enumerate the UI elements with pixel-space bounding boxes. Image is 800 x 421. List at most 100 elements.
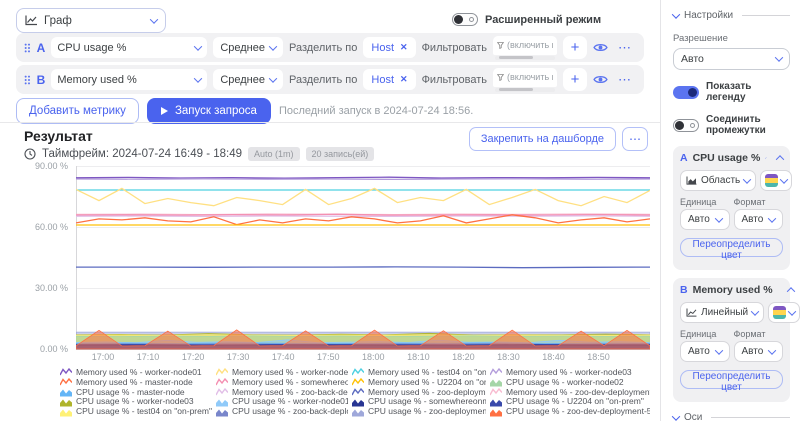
legend-item[interactable]: CPU usage % - test04 on "on-prem" — [60, 407, 212, 417]
legend-item[interactable]: Memory used % - somewhereonmars.ru... — [216, 378, 348, 388]
legend-item[interactable]: CPU usage % - zoo-back-deployment-7... — [216, 407, 348, 417]
pin-to-dashboard-button[interactable]: Закрепить на дашборде — [469, 127, 616, 151]
result-more-button[interactable]: ⋯ — [622, 127, 648, 151]
chevron-up-icon[interactable] — [786, 287, 794, 295]
drag-handle-icon[interactable] — [24, 42, 31, 54]
legend-area-icon — [60, 398, 72, 407]
connect-gaps-toggle[interactable]: Соединить промежутки — [673, 114, 790, 136]
metric-input[interactable]: CPU usage % — [51, 37, 207, 58]
play-icon — [161, 107, 168, 115]
funnel-icon — [497, 41, 504, 50]
records-badge: 20 запись(ей) — [306, 147, 375, 161]
show-legend-toggle[interactable]: Показать легенду — [673, 81, 790, 103]
unit-select[interactable]: Авто — [680, 341, 730, 362]
override-color-button[interactable]: Переопределить цвет — [680, 370, 783, 389]
legend-item[interactable]: Memory used % - worker-node02 — [216, 368, 348, 378]
legend-item[interactable]: CPU usage % - somewhereonmars.ru on... — [352, 397, 486, 407]
run-query-button[interactable]: Запуск запроса — [147, 98, 271, 124]
chevron-down-icon — [768, 346, 776, 354]
toggle-switch-off[interactable] — [452, 13, 478, 26]
query-letter: B — [37, 73, 46, 87]
filter-input[interactable] — [507, 40, 553, 50]
y-tick-label: 90.00 % — [35, 161, 68, 171]
filter-scrollbar[interactable] — [495, 56, 555, 60]
add-filter-button[interactable]: + — [563, 36, 587, 59]
legend-label: Memory used % - master-node — [76, 378, 193, 388]
metric-value: Memory used % — [57, 74, 195, 86]
legend-item[interactable]: CPU usage % - zoo-deployment-6f59dc... — [352, 407, 486, 417]
query-more-button[interactable]: ⋯ — [614, 40, 636, 56]
chevron-up-icon[interactable] — [776, 155, 784, 163]
split-tag-host[interactable]: Host ✕ — [363, 69, 415, 90]
remove-tag-icon[interactable]: ✕ — [400, 42, 408, 53]
legend-item[interactable]: Memory used % - zoo-back-deployment... — [216, 388, 348, 398]
remove-tag-icon[interactable]: ✕ — [400, 74, 408, 85]
x-tick-label: 17:30 — [227, 352, 250, 362]
legend-item[interactable]: Memory used % - test04 on "on-prem" — [352, 368, 486, 378]
format-select[interactable]: Авто — [734, 209, 784, 230]
legend-item[interactable]: CPU usage % - master-node — [60, 388, 212, 398]
format-label: Формат — [734, 197, 784, 207]
aggregation-select[interactable]: Среднее — [213, 37, 283, 58]
query-actions: Добавить метрику Запуск запроса Последни… — [16, 97, 473, 124]
y-axis-labels: 90.00 %60.00 %30.00 %0.00 % — [24, 162, 72, 354]
color-swatch — [773, 306, 786, 319]
metric-input[interactable]: Memory used % — [51, 69, 207, 90]
clock-icon — [24, 148, 36, 160]
settings-header-label: Настройки — [684, 10, 733, 21]
chart-type-value: Линейный — [701, 307, 748, 318]
aggregation-select[interactable]: Среднее — [213, 69, 283, 90]
visibility-eye-icon[interactable] — [593, 42, 608, 53]
toggle-switch-off[interactable] — [673, 119, 699, 132]
chevron-down-icon[interactable] — [194, 74, 202, 82]
legend-item[interactable]: CPU usage % - worker-node02 — [490, 378, 650, 388]
toggle-switch-on[interactable] — [673, 86, 699, 99]
legend-item[interactable]: Memory used % - zoo-dev-deployment-... — [490, 388, 650, 398]
legend-line-icon — [490, 388, 502, 397]
legend-item[interactable]: CPU usage % - worker-node03 — [60, 397, 212, 407]
resolution-select[interactable]: Авто — [673, 48, 790, 70]
visibility-eye-icon[interactable] — [593, 74, 608, 85]
override-color-button[interactable]: Переопределить цвет — [680, 238, 783, 257]
format-select[interactable]: Авто — [734, 341, 784, 362]
legend-label: Memory used % - worker-node02 — [232, 368, 348, 378]
drag-handle-icon[interactable] — [24, 74, 31, 86]
query-more-button[interactable]: ⋯ — [614, 72, 636, 88]
chart-type-select[interactable]: Область — [680, 170, 756, 191]
legend-item[interactable]: CPU usage % - U2204 on "on-prem" — [490, 397, 650, 407]
color-scheme-select[interactable] — [760, 170, 792, 191]
legend-label: CPU usage % - U2204 on "on-prem" — [506, 397, 644, 407]
legend-item[interactable]: Memory used % - master-node — [60, 378, 212, 388]
unit-select[interactable]: Авто — [680, 209, 730, 230]
legend-label: Memory used % - zoo-deployment-6f59... — [368, 388, 486, 398]
resolution-value: Авто — [681, 53, 704, 65]
add-metric-button[interactable]: Добавить метрику — [16, 98, 139, 124]
split-tag-host[interactable]: Host ✕ — [363, 37, 415, 58]
visualization-type-select[interactable]: Граф — [16, 8, 166, 33]
axes-section-header[interactable]: Оси — [673, 412, 790, 421]
color-scheme-select[interactable] — [768, 302, 800, 323]
filter-scrollbar[interactable] — [495, 88, 555, 92]
legend-item[interactable]: CPU usage % - zoo-dev-deployment-56... — [490, 407, 650, 417]
legend-label: CPU usage % - worker-node02 — [506, 378, 624, 388]
filter-input-box[interactable] — [493, 36, 557, 55]
legend-item[interactable]: Memory used % - worker-node01 — [60, 368, 212, 378]
legend-item[interactable]: CPU usage % - worker-node01 — [216, 397, 348, 407]
series-panel-header[interactable]: A CPU usage % — [680, 152, 783, 164]
legend-item[interactable]: Memory used % - zoo-deployment-6f59... — [352, 388, 486, 398]
edit-pencil-icon[interactable] — [765, 153, 767, 163]
chevron-down-icon[interactable] — [194, 42, 202, 50]
axes-header-label: Оси — [684, 412, 702, 421]
filter-input-box[interactable] — [493, 68, 557, 87]
split-by-label: Разделить по — [289, 42, 357, 54]
filter-input[interactable] — [507, 72, 553, 82]
panel-letter: A — [680, 152, 688, 164]
chart-plot-area[interactable] — [76, 166, 650, 350]
add-filter-button[interactable]: + — [563, 68, 587, 91]
legend-item[interactable]: Memory used % - worker-node03 — [490, 368, 650, 378]
series-panel-header[interactable]: B Memory used % — [680, 284, 783, 296]
chart-type-select[interactable]: Линейный — [680, 302, 764, 323]
advanced-mode-toggle[interactable]: Расширенный режим — [452, 13, 601, 26]
settings-section-header[interactable]: Настройки — [673, 10, 790, 21]
legend-item[interactable]: Memory used % - U2204 on "on-prem" — [352, 378, 486, 388]
